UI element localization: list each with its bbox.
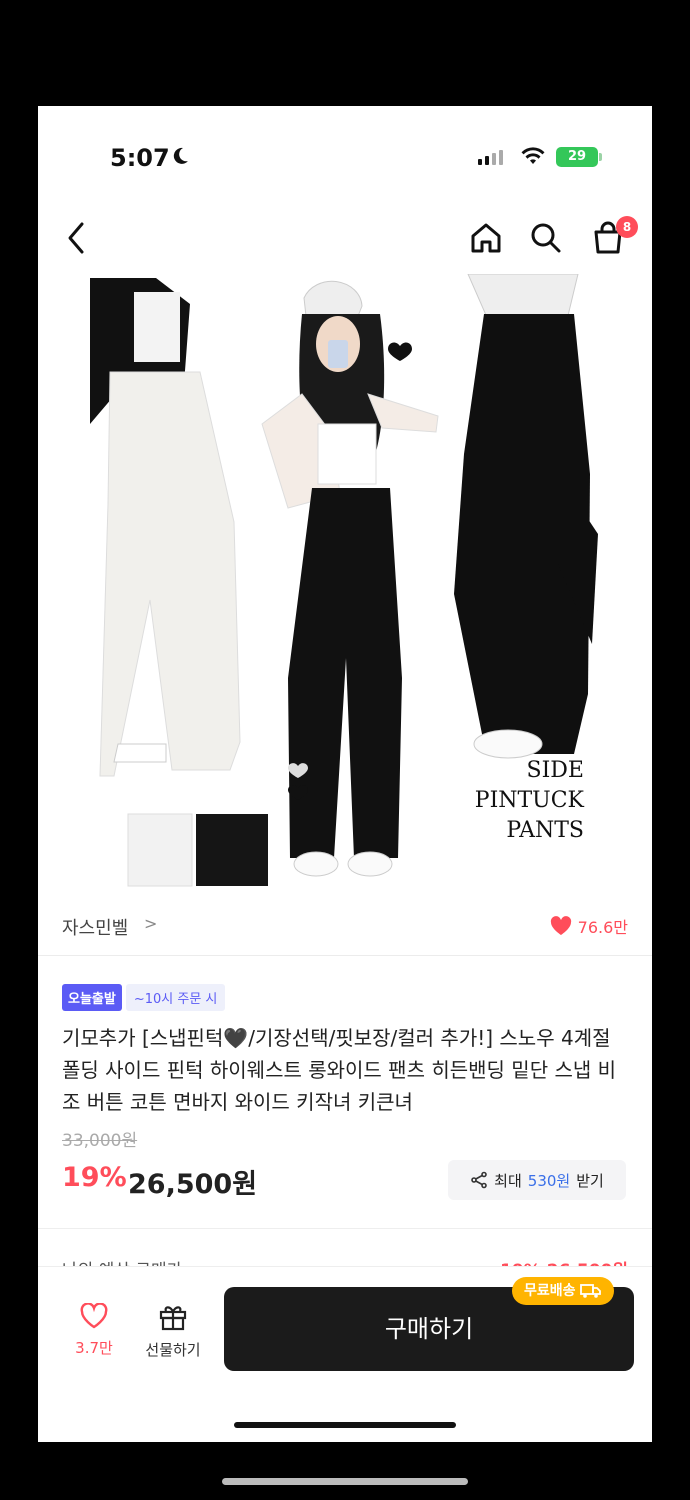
product-image[interactable]: SIDE PINTUCK PANTS (88, 273, 602, 890)
product-title: 기모추가 [스냅핀턱🖤/기장선택/핏보장/컬러 추가!] 스노우 4계절 폴딩 … (62, 1026, 617, 1114)
image-caption: SIDE PINTUCK PANTS (475, 756, 584, 846)
share-icon (471, 1171, 487, 1189)
home-icon[interactable] (468, 220, 504, 256)
home-indicator (234, 1422, 456, 1428)
battery-indicator: 29 (556, 147, 602, 167)
status-bar: 5:07 29 (38, 106, 652, 206)
original-price: 33,000원 (62, 1131, 138, 1151)
discount-rate: 19% (62, 1162, 127, 1193)
wishlist-count: 3.7만 (75, 1339, 113, 1357)
outer-home-indicator (222, 1478, 468, 1485)
caption-line: PANTS (506, 818, 584, 843)
free-shipping-label: 무료배송 (524, 1283, 576, 1299)
top-navigation (38, 206, 652, 272)
coupon-button[interactable]: 최대 530원 받기 (448, 1160, 626, 1200)
search-icon[interactable] (528, 220, 564, 256)
caption-line: PINTUCK (474, 788, 584, 813)
store-likes[interactable]: 76.6만 (550, 914, 628, 938)
back-arrow-icon[interactable] (62, 220, 92, 256)
delivery-badges: 오늘출발 ~10시 주문 시 (62, 984, 226, 1011)
sale-price: 26,500원 (128, 1169, 258, 1200)
coupon-suffix: 받기 (576, 1171, 604, 1190)
order-cutoff-badge: ~10시 주문 시 (125, 984, 226, 1011)
gift-button[interactable]: 선물하기 (138, 1303, 208, 1360)
heart-outline-icon (80, 1302, 108, 1329)
delivery-truck-icon (579, 1284, 601, 1298)
seller-name[interactable]: 자스민벨 (62, 914, 128, 940)
cellular-signal-icon (478, 150, 503, 165)
coupon-prefix: 최대 (494, 1171, 522, 1190)
status-time: 5:07 (110, 144, 170, 172)
seller-row[interactable]: 자스민벨 > 76.6만 (38, 900, 652, 956)
caption-line: SIDE (526, 758, 584, 783)
coupon-amount: 530원 (527, 1171, 571, 1190)
free-shipping-badge: 무료배송 (512, 1277, 614, 1305)
like-count: 76.6만 (577, 918, 628, 937)
gift-icon (159, 1306, 187, 1331)
heart-filled-icon (550, 916, 571, 935)
wifi-icon (521, 147, 545, 164)
divider (38, 1228, 652, 1229)
gift-label: 선물하기 (145, 1341, 201, 1359)
moon-icon (173, 147, 188, 164)
wishlist-button[interactable]: 3.7만 (72, 1302, 116, 1358)
chevron-right-icon: > (144, 914, 158, 933)
bottom-action-bar: 3.7만 선물하기 구매하기 무료배송 (38, 1266, 652, 1442)
phone-screen: 5:07 29 8 SIDE PINTUCK PANTS 자스민벨 > 76.6… (38, 106, 652, 1442)
cart-count-badge: 8 (616, 216, 638, 238)
today-shipping-badge: 오늘출발 (62, 984, 122, 1011)
